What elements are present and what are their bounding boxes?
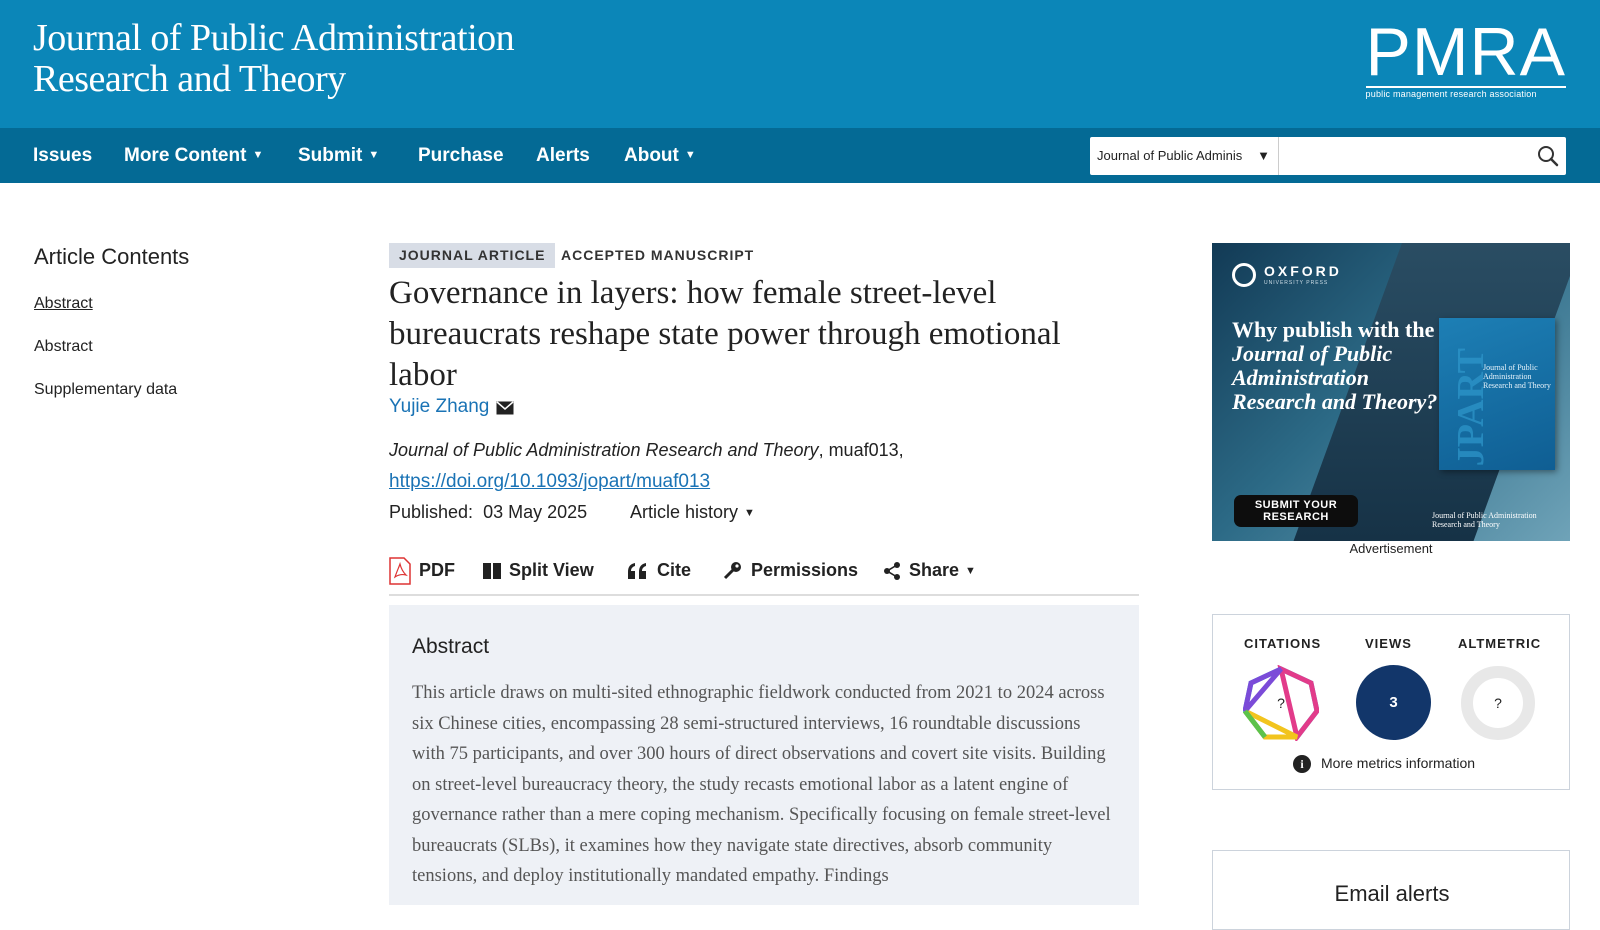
published-value: 03 May 2025: [483, 502, 588, 522]
doi-link[interactable]: https://doi.org/10.1093/jopart/muaf013: [389, 471, 710, 493]
ad-headline-plain: Why publish with the: [1232, 317, 1435, 342]
abstract-section: Abstract This article draws on multi-sit…: [389, 605, 1139, 905]
article-history-toggle[interactable]: Article history ▼: [630, 502, 755, 523]
dimensions-badge-icon[interactable]: ?: [1243, 665, 1319, 741]
more-metrics-link[interactable]: i More metrics information: [1293, 755, 1475, 773]
altmetric-value: ?: [1494, 695, 1502, 711]
site-header: Journal of Public Administration Researc…: [0, 0, 1600, 128]
search-bar: Journal of Public Adminis ▼: [1090, 137, 1566, 175]
pmra-logo[interactable]: PMRA public management research associat…: [1365, 14, 1566, 99]
citation-journal[interactable]: Journal of Public Administration Researc…: [389, 440, 819, 460]
key-icon: [723, 562, 741, 580]
pmra-logo-text: PMRA: [1365, 14, 1566, 90]
nav-purchase-label: Purchase: [418, 145, 504, 166]
journal-cover-title: Journal of Public Administration Researc…: [1483, 363, 1551, 390]
oup-logo-icon: [1232, 263, 1256, 287]
envelope-icon[interactable]: [496, 401, 514, 415]
article-title: Governance in layers: how female street-…: [389, 275, 1061, 393]
article-status-badge: ACCEPTED MANUSCRIPT: [561, 247, 755, 263]
abstract-heading: Abstract: [412, 635, 490, 658]
published-label: Published:: [389, 502, 474, 522]
share-icon: [884, 562, 900, 581]
altmetric-label: ALTMETRIC: [1458, 636, 1542, 651]
views-label: VIEWS: [1365, 636, 1412, 651]
caret-down-icon: ▼: [965, 565, 976, 578]
altmetric-donut-icon[interactable]: ?: [1460, 665, 1536, 741]
quote-icon: [628, 563, 646, 580]
caret-down-icon: ▼: [744, 507, 755, 520]
published-date: Published: 03 May 2025: [389, 502, 587, 523]
cite-button[interactable]: Cite: [627, 556, 691, 584]
journal-title-line2: Research and Theory: [33, 58, 346, 100]
pdf-label: PDF: [419, 560, 455, 580]
nav-purchase[interactable]: Purchase: [418, 128, 504, 183]
nav-submit[interactable]: Submit ▼: [298, 128, 379, 183]
toc-item-abstract[interactable]: Abstract: [34, 295, 93, 313]
citation-line: Journal of Public Administration Researc…: [389, 440, 904, 461]
nav-more-content-label: More Content: [124, 145, 247, 166]
main-nav: Issues More Content ▼ Submit ▼ Purchase Al…: [0, 128, 1600, 183]
nav-about-label: About: [624, 145, 679, 166]
nav-about[interactable]: About ▼: [624, 128, 696, 183]
more-metrics-label: More metrics information: [1321, 755, 1476, 771]
journal-cover-image: JPART Journal of Public Administration R…: [1439, 318, 1555, 470]
dropdown-arrow-icon: ▼: [1257, 148, 1270, 163]
nav-more-content[interactable]: More Content ▼: [124, 128, 263, 183]
pdf-button[interactable]: PDF: [389, 556, 455, 585]
nav-submit-label: Submit: [298, 145, 363, 166]
views-count-badge[interactable]: 3: [1356, 665, 1431, 740]
article-type-badge: JOURNAL ARTICLE: [389, 243, 556, 268]
ad-headline-italic: Journal of Public Administration Researc…: [1232, 341, 1438, 414]
permissions-label: Permissions: [751, 560, 859, 580]
journal-title-line1: Journal of Public Administration: [33, 17, 515, 59]
split-view-label: Split View: [509, 560, 594, 580]
search-input[interactable]: [1280, 137, 1525, 175]
article-contents-title: Article Contents: [34, 244, 190, 269]
ad-publisher: OXFORD: [1264, 263, 1342, 279]
permissions-button[interactable]: Permissions: [723, 556, 858, 584]
search-scope-select[interactable]: Journal of Public Adminis ▼: [1090, 137, 1279, 175]
nav-issues-label: Issues: [33, 145, 93, 166]
abstract-text: This article draws on multi-sited ethnog…: [412, 683, 1111, 886]
advertisement-banner[interactable]: OXFORD UNIVERSITY PRESS Why publish with…: [1212, 243, 1570, 541]
email-alerts-title: Email alerts: [1334, 881, 1450, 906]
citation-article-id: , muaf013,: [818, 440, 904, 460]
email-alerts-panel: Email alerts: [1212, 850, 1570, 930]
citations-label: CITATIONS: [1244, 636, 1322, 651]
pdf-icon: [389, 557, 411, 585]
search-icon[interactable]: [1536, 144, 1560, 168]
ad-footer-title: Journal of Public Administration Researc…: [1432, 511, 1537, 529]
ad-footer-line2: Research and Theory: [1432, 520, 1500, 529]
cite-label: Cite: [657, 560, 692, 580]
share-label: Share: [909, 560, 960, 580]
split-view-icon: [483, 563, 501, 580]
submit-research-line2: RESEARCH: [1263, 511, 1329, 523]
submit-research-button[interactable]: SUBMIT YOUR RESEARCH: [1234, 495, 1358, 527]
split-view-button[interactable]: Split View: [483, 556, 594, 584]
advertisement-label: Advertisement: [1349, 541, 1433, 556]
toc-item-abstract-2[interactable]: Abstract: [34, 338, 93, 356]
nav-issues[interactable]: Issues: [33, 128, 92, 183]
caret-down-icon: ▼: [368, 149, 380, 162]
ad-headline: Why publish with the Journal of Public A…: [1232, 318, 1442, 414]
share-button[interactable]: Share ▼: [883, 556, 976, 584]
search-scope-value: Journal of Public Adminis: [1097, 148, 1243, 163]
caret-down-icon: ▼: [252, 149, 264, 162]
ad-publisher-sub: UNIVERSITY PRESS: [1264, 280, 1329, 286]
toc-item-supplementary-data[interactable]: Supplementary data: [34, 381, 177, 399]
journal-title[interactable]: Journal of Public Administration Researc…: [33, 17, 515, 100]
nav-alerts-label: Alerts: [536, 145, 590, 166]
metrics-panel: CITATIONS VIEWS ALTMETRIC ? 3 ? i More me…: [1212, 614, 1570, 790]
caret-down-icon: ▼: [684, 149, 696, 162]
ad-footer-line1: Journal of Public Administration: [1432, 511, 1537, 520]
citations-value: ?: [1277, 695, 1285, 711]
submit-research-line1: SUBMIT YOUR: [1254, 499, 1338, 511]
article-history-label: Article history: [630, 502, 739, 522]
article-toolbar: PDF Split View Cite Permissions Share ▼: [389, 552, 1139, 596]
author-link[interactable]: Yujie Zhang: [389, 396, 489, 418]
nav-alerts[interactable]: Alerts: [536, 128, 590, 183]
info-icon: i: [1293, 755, 1311, 773]
